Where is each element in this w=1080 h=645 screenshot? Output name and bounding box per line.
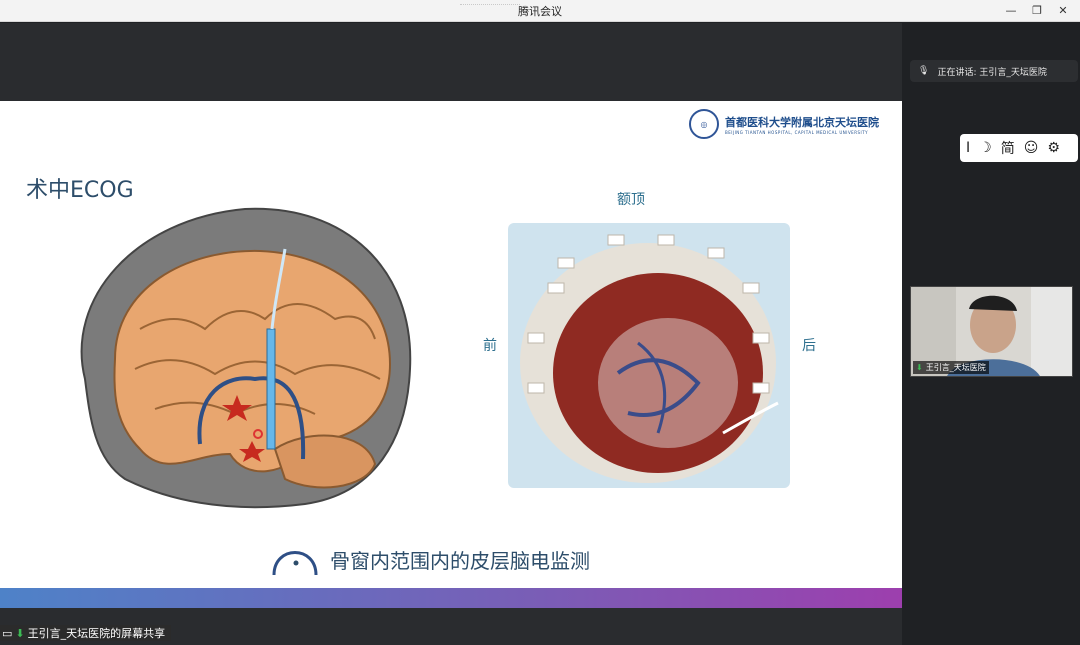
screen-share-text: 王引言_天坛医院的屏幕共享	[27, 627, 166, 640]
brain-3d-illustration	[80, 207, 412, 509]
participant-name: 王引言_天坛医院	[925, 363, 986, 372]
moon-icon[interactable]: ☽	[979, 140, 992, 156]
slide-caption: 骨窗内范围内的皮层脑电监测	[270, 541, 590, 577]
toolbar-divider: I	[966, 140, 971, 156]
speaking-indicator: 🎙 正在讲话: 王引言_天坛医院	[910, 60, 1078, 82]
mic-icon: ⬇	[916, 363, 923, 372]
mic-icon: ⬇	[15, 626, 25, 640]
direction-label-left: 前	[483, 338, 497, 354]
hospital-logo: ◎ 首都医科大学附属北京天坛医院 BEIJING TIANTAN HOSPITA…	[689, 109, 879, 139]
simplified-chinese-button[interactable]: 简	[1001, 138, 1015, 158]
speaking-text: 正在讲话: 王引言_天坛医院	[937, 67, 1047, 78]
surgical-photo	[508, 223, 790, 488]
caption-text: 骨窗内范围内的皮层脑电监测	[330, 548, 590, 573]
window-title: 腾讯会议	[518, 5, 562, 18]
window-titlebar[interactable]: 腾讯会议 — ❐ ✕	[0, 0, 1080, 22]
logo-chinese-text: 首都医科大学附属北京天坛医院	[725, 115, 879, 129]
restore-button[interactable]: ❐	[1026, 2, 1048, 19]
participant-name-label: ⬇ 王引言_天坛医院	[913, 361, 989, 374]
shared-screen-area: ◎ 首都医科大学附属北京天坛医院 BEIJING TIANTAN HOSPITA…	[0, 23, 902, 645]
speaker-icon: 🎙	[918, 66, 930, 76]
participant-video[interactable]: ⬇ 王引言_天坛医院	[910, 286, 1073, 377]
logo-english-text: BEIJING TIANTAN HOSPITAL, CAPITAL MEDICA…	[725, 129, 869, 135]
settings-icon[interactable]: ⚙	[1047, 140, 1060, 156]
direction-label-top: 额顶	[617, 192, 645, 208]
electrode-arc-icon	[272, 551, 318, 576]
close-button[interactable]: ✕	[1052, 2, 1074, 19]
screen-share-label: ▭ ⬇ 王引言_天坛医院的屏幕共享	[0, 625, 172, 641]
emoji-icon[interactable]: ☺	[1024, 140, 1039, 156]
slide-gradient-bar	[0, 588, 902, 608]
minimize-button[interactable]: —	[1000, 2, 1022, 19]
seal-icon: ◎	[689, 109, 719, 139]
screen-share-icon: ▭	[2, 626, 13, 640]
direction-label-right: 后	[802, 338, 816, 354]
presentation-slide: ◎ 首都医科大学附属北京天坛医院 BEIJING TIANTAN HOSPITA…	[0, 101, 902, 608]
window-controls: — ❐ ✕	[1000, 2, 1074, 19]
floating-toolbar: I ☽ 简 ☺ ⚙	[960, 134, 1078, 162]
